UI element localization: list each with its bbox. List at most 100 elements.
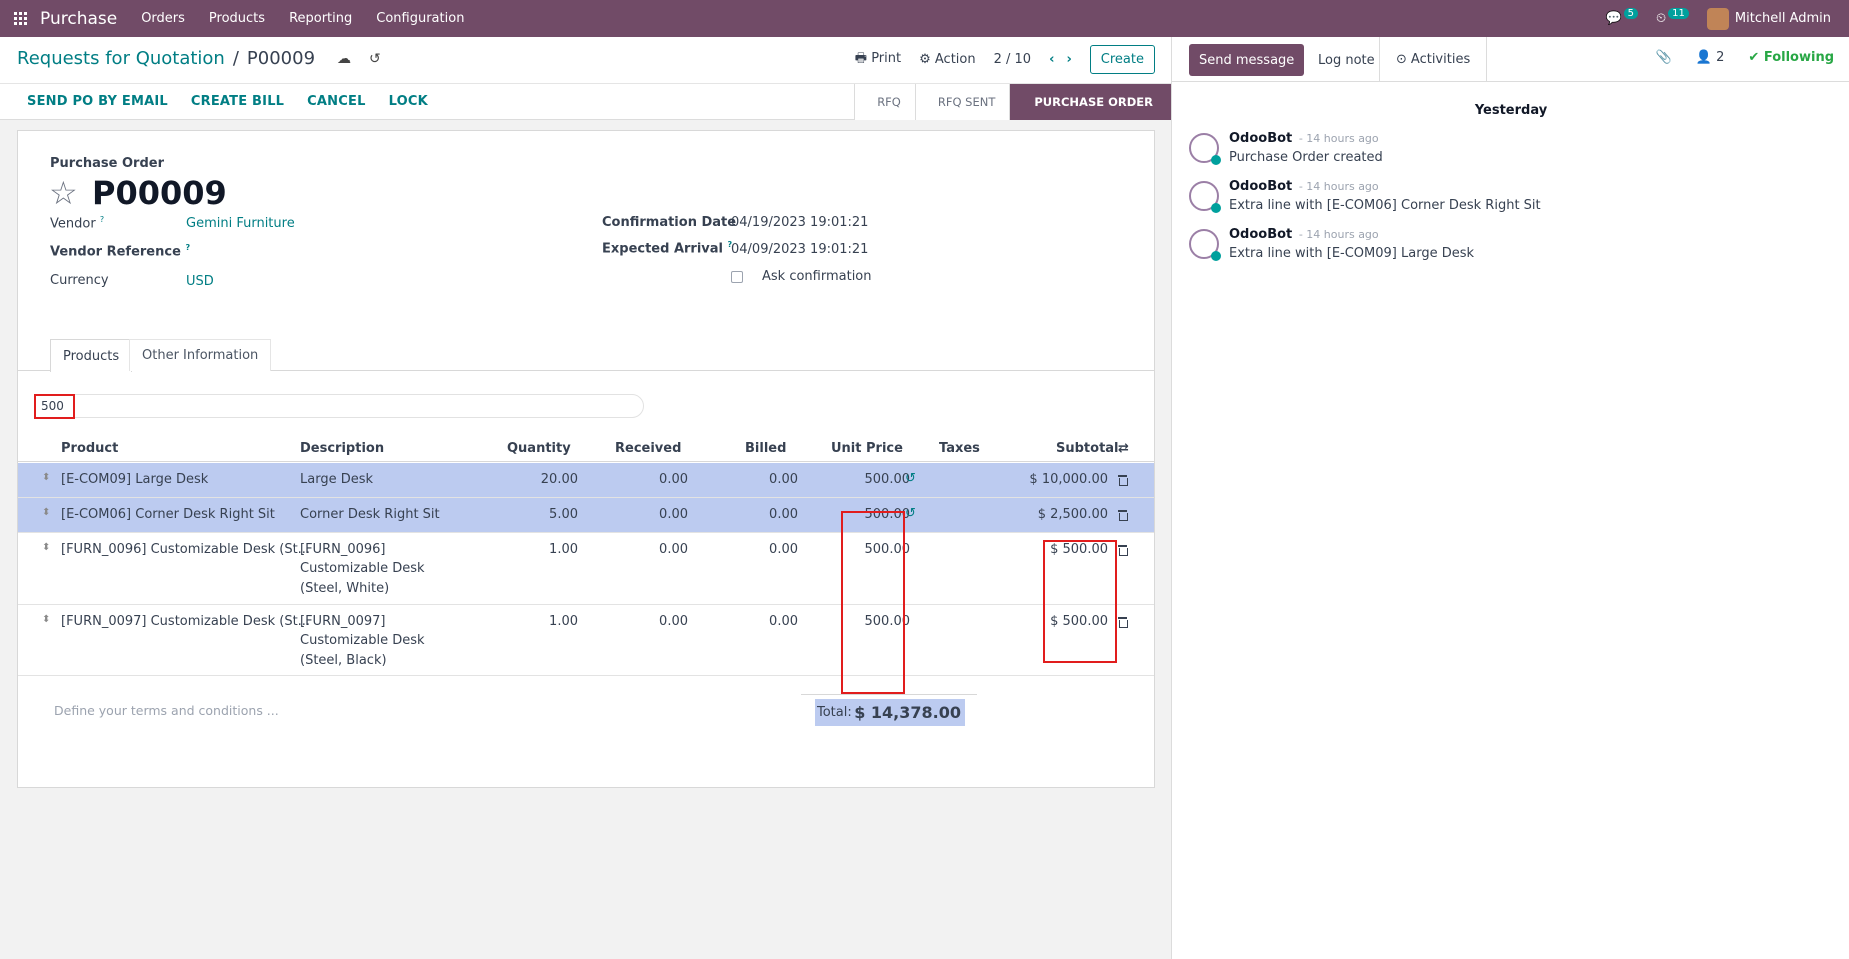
message-author[interactable]: OdooBot - 14 hours ago	[1229, 179, 1379, 194]
menu-configuration[interactable]: Configuration	[376, 11, 464, 26]
table-row[interactable]: ⬍ [FURN_0096] Customizable Desk (St... […	[18, 533, 1154, 605]
search-input[interactable]	[34, 394, 644, 418]
cancel-button[interactable]: CANCEL	[307, 94, 365, 109]
menu-orders[interactable]: Orders	[141, 11, 185, 26]
expected-arrival-field[interactable]: 04/09/2023 19:01:21	[731, 242, 868, 257]
message-author[interactable]: OdooBot - 14 hours ago	[1229, 131, 1379, 146]
line-description[interactable]: Customizable Desk	[300, 561, 425, 576]
table-row[interactable]: ⬍ [E-COM09] Large Desk Large Desk 20.00 …	[18, 463, 1154, 498]
col-description[interactable]: Description	[300, 441, 384, 456]
menu-products[interactable]: Products	[209, 11, 265, 26]
tab-other-information[interactable]: Other Information	[129, 339, 272, 371]
trash-icon[interactable]	[1118, 510, 1128, 521]
breadcrumb-parent[interactable]: Requests for Quotation	[17, 48, 225, 69]
confirmation-date-field[interactable]: 04/19/2023 19:01:21	[731, 215, 868, 230]
send-po-by-email-button[interactable]: SEND PO BY EMAIL	[27, 94, 168, 109]
line-product[interactable]: [E-COM09] Large Desk	[61, 472, 208, 487]
create-bill-button[interactable]: CREATE BILL	[191, 94, 284, 109]
avatar[interactable]	[1189, 181, 1221, 213]
avatar[interactable]	[1189, 133, 1221, 165]
lock-button[interactable]: LOCK	[389, 94, 428, 109]
drag-handle-icon[interactable]: ⬍	[42, 473, 50, 483]
pager-value[interactable]: 2 / 10	[994, 52, 1031, 67]
line-product[interactable]: [FURN_0096] Customizable Desk (St...	[61, 542, 310, 557]
pager-arrows: ‹ ›	[1049, 52, 1072, 67]
discard-icon[interactable]: ↺	[369, 51, 381, 67]
line-description[interactable]: Large Desk	[300, 472, 373, 487]
vendor-field[interactable]: Gemini Furniture	[186, 216, 295, 231]
line-description[interactable]: Customizable Desk	[300, 633, 425, 648]
table-row[interactable]: ⬍ [E-COM06] Corner Desk Right Sit Corner…	[18, 498, 1154, 533]
line-quantity[interactable]: 1.00	[498, 542, 578, 557]
chevron-right-icon[interactable]: ›	[1066, 52, 1071, 67]
line-quantity[interactable]: 5.00	[498, 507, 578, 522]
followers-button[interactable]: 👤 2	[1696, 50, 1725, 65]
currency-field[interactable]: USD	[186, 274, 214, 289]
activity-menu[interactable]: ⏲ 11	[1656, 8, 1689, 26]
drag-handle-icon[interactable]: ⬍	[42, 615, 50, 625]
line-product[interactable]: [E-COM06] Corner Desk Right Sit	[61, 507, 275, 522]
col-unit-price[interactable]: Unit Price	[831, 441, 903, 456]
drag-handle-icon[interactable]: ⬍	[42, 543, 50, 553]
star-icon[interactable]: ☆	[49, 175, 78, 211]
line-description[interactable]: [FURN_0096]	[300, 542, 385, 557]
ask-confirmation-checkbox[interactable]	[731, 271, 743, 283]
col-billed[interactable]: Billed	[745, 441, 786, 456]
chevron-left-icon[interactable]: ‹	[1049, 52, 1054, 67]
column-settings-icon[interactable]: ⇄	[1118, 441, 1129, 456]
line-unit-price[interactable]: 500.00	[830, 507, 911, 522]
line-received[interactable]: 0.00	[608, 472, 688, 487]
col-taxes[interactable]: Taxes	[939, 441, 980, 456]
trash-icon[interactable]	[1118, 617, 1128, 628]
activities-button[interactable]: ⊙ Activities	[1379, 37, 1488, 82]
stage-purchase-order[interactable]: PURCHASE ORDER	[1009, 84, 1171, 120]
line-description[interactable]: (Steel, Black)	[300, 653, 387, 668]
form-header: SEND PO BY EMAIL CREATE BILL CANCEL LOCK…	[0, 83, 1171, 120]
user-menu[interactable]: Mitchell Admin	[1706, 7, 1831, 30]
price-history-icon[interactable]: ↺	[905, 506, 916, 521]
print-button[interactable]: 🖶 Print	[855, 49, 901, 71]
paperclip-icon[interactable]: 📎	[1656, 50, 1672, 65]
app-brand[interactable]: Purchase	[40, 9, 117, 29]
line-description[interactable]: (Steel, White)	[300, 581, 389, 596]
drag-handle-icon[interactable]: ⬍	[42, 508, 50, 518]
col-subtotal[interactable]: Subtotal	[1056, 441, 1119, 456]
col-received[interactable]: Received	[615, 441, 681, 456]
search-value[interactable]: 500	[34, 394, 75, 419]
stage-rfq-sent[interactable]: RFQ SENT	[914, 84, 1010, 120]
trash-icon[interactable]	[1118, 545, 1128, 556]
col-quantity[interactable]: Quantity	[507, 441, 571, 456]
line-received[interactable]: 0.00	[608, 542, 688, 557]
message-author[interactable]: OdooBot - 14 hours ago	[1229, 227, 1379, 242]
line-quantity[interactable]: 1.00	[498, 614, 578, 629]
action-button[interactable]: ⚙ Action	[919, 52, 976, 67]
line-received[interactable]: 0.00	[608, 507, 688, 522]
messaging-menu[interactable]: 💬 5	[1605, 8, 1639, 26]
line-unit-price[interactable]: 500.00	[830, 614, 911, 629]
menu-reporting[interactable]: Reporting	[289, 11, 352, 26]
line-unit-price[interactable]: 500.00	[830, 472, 911, 487]
vendor-reference-field[interactable]	[186, 241, 486, 261]
avatar[interactable]	[1189, 229, 1221, 261]
line-product[interactable]: [FURN_0097] Customizable Desk (St...	[61, 614, 310, 629]
line-quantity[interactable]: 20.00	[498, 472, 578, 487]
following-button[interactable]: ✔ Following	[1748, 50, 1834, 65]
price-history-icon[interactable]: ↺	[905, 471, 916, 486]
line-unit-price[interactable]: 500.00	[830, 542, 911, 557]
terms-input[interactable]: Define your terms and conditions ...	[54, 703, 279, 718]
log-note-button[interactable]: Log note	[1308, 44, 1385, 76]
send-message-button[interactable]: Send message	[1189, 44, 1305, 76]
line-description[interactable]: Corner Desk Right Sit	[300, 507, 440, 522]
stage-rfq[interactable]: RFQ	[854, 84, 915, 120]
trash-icon[interactable]	[1118, 475, 1128, 486]
line-received[interactable]: 0.00	[608, 614, 688, 629]
table-row[interactable]: ⬍ [FURN_0097] Customizable Desk (St... […	[18, 605, 1154, 676]
apps-menu-icon[interactable]	[0, 0, 40, 37]
help-icon[interactable]: ?	[100, 215, 104, 224]
cloud-upload-icon[interactable]: ☁	[337, 51, 351, 67]
tab-products[interactable]: Products	[50, 339, 133, 372]
col-product[interactable]: Product	[61, 441, 118, 456]
day-separator: Yesterday	[1474, 103, 1548, 118]
create-button[interactable]: Create	[1089, 45, 1155, 74]
line-description[interactable]: [FURN_0097]	[300, 614, 385, 629]
